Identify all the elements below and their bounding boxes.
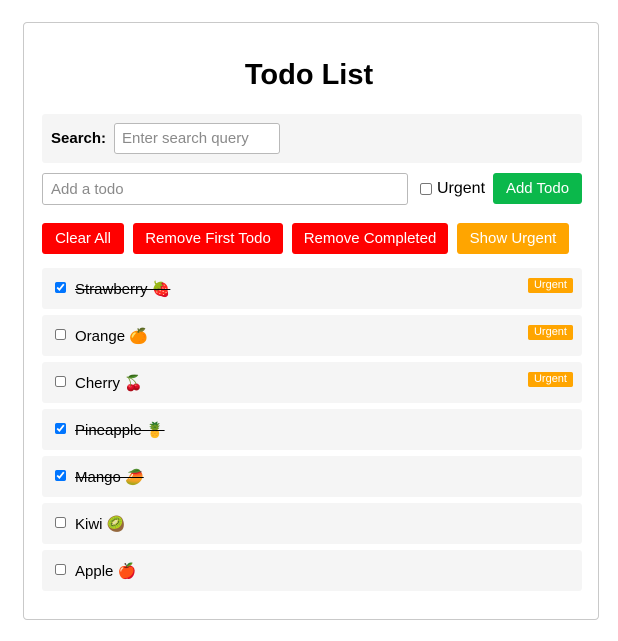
todo-item: Mango 🥭 [42, 456, 582, 497]
todo-text: Pineapple 🍍 [75, 421, 165, 439]
todo-item: Pineapple 🍍 [42, 409, 582, 450]
todo-checkbox[interactable] [55, 282, 66, 293]
todo-item: Apple 🍎 [42, 550, 582, 591]
todo-item: Cherry 🍒 Urgent [42, 362, 582, 403]
todo-list: Strawberry 🍓 Urgent Orange 🍊 Urgent Cherry 🍒… [42, 268, 582, 597]
todo-checkbox[interactable] [55, 423, 66, 434]
add-todo-input[interactable] [42, 173, 408, 205]
show-urgent-button[interactable]: Show Urgent [457, 223, 569, 254]
clear-all-button[interactable]: Clear All [42, 223, 124, 254]
todo-checkbox[interactable] [55, 564, 66, 575]
urgent-checkbox[interactable] [420, 183, 432, 195]
urgent-toggle[interactable]: Urgent [420, 180, 485, 198]
remove-completed-button[interactable]: Remove Completed [292, 223, 448, 254]
todo-text: Mango 🥭 [75, 468, 144, 486]
search-bar: Search: [42, 114, 582, 163]
todo-checkbox[interactable] [55, 517, 66, 528]
todo-item: Kiwi 🥝 [42, 503, 582, 544]
search-label: Search: [51, 130, 107, 147]
todo-text: Kiwi 🥝 [75, 515, 126, 533]
urgent-badge: Urgent [527, 325, 573, 340]
todo-text: Apple 🍎 [75, 562, 137, 580]
urgent-badge: Urgent [527, 372, 573, 387]
search-input[interactable] [114, 123, 280, 154]
todo-item: Orange 🍊 Urgent [42, 315, 582, 356]
remove-first-todo-button[interactable]: Remove First Todo [133, 223, 283, 254]
todo-text: Orange 🍊 [75, 327, 148, 345]
todo-text: Strawberry 🍓 [75, 280, 171, 298]
todo-checkbox[interactable] [55, 329, 66, 340]
todo-checkbox[interactable] [55, 470, 66, 481]
add-todo-button[interactable]: Add Todo [493, 173, 582, 204]
todo-text: Cherry 🍒 [75, 374, 143, 392]
todo-checkbox[interactable] [55, 376, 66, 387]
page-title: Todo List [244, 59, 374, 91]
todo-item: Strawberry 🍓 Urgent [42, 268, 582, 309]
urgent-badge: Urgent [527, 278, 573, 293]
urgent-label: Urgent [437, 180, 486, 197]
